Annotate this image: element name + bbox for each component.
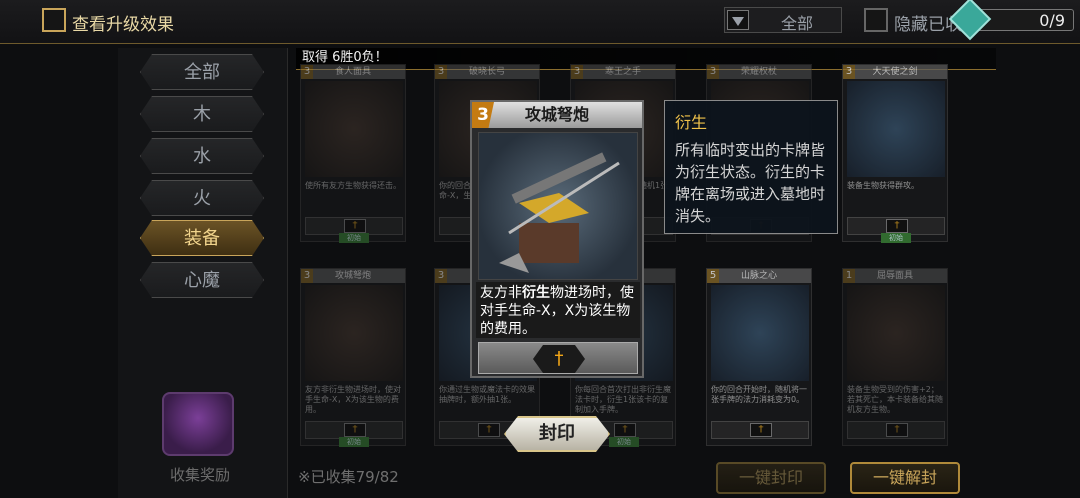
card-text: 装备生物获得群攻。 <box>847 181 919 190</box>
card-cost: 3 <box>843 65 855 79</box>
tab-fire[interactable]: 火 <box>140 180 264 216</box>
keyword-tooltip: 衍生 所有临时变出的卡牌皆为衍生状态。衍生的卡牌在离场或进入墓地时消失。 <box>664 100 838 234</box>
top-bar: 查看升级效果 全部 隐藏已收 0/9 <box>0 0 1080 44</box>
card-item[interactable]: 攻城弩炮 3 友方非衍生物进场时，使对手生命-X，X为该生物的费用。 † 初始 <box>300 268 406 447</box>
seal-button[interactable]: 封印 <box>504 416 610 452</box>
card-cost: 3 <box>301 65 313 79</box>
tab-water[interactable]: 水 <box>140 138 264 174</box>
tab-equipment[interactable]: 装备 <box>140 220 264 256</box>
card-title: 屈辱面具 <box>843 269 947 283</box>
seal-all-button[interactable]: 一键封印 <box>716 462 826 494</box>
tab-wood[interactable]: 木 <box>140 96 264 132</box>
tab-demon[interactable]: 心魔 <box>140 262 264 298</box>
dagger-icon: † <box>614 423 636 437</box>
card-item[interactable]: 食人面具 3 使所有友方生物获得还击。 † 初始 <box>300 64 406 243</box>
dagger-icon: † <box>344 423 366 437</box>
hide-collected-checkbox[interactable] <box>864 8 888 32</box>
card-tag: 初始 <box>339 233 369 243</box>
dagger-icon: † <box>533 345 585 373</box>
card-title: 荣耀权杖 <box>707 65 811 79</box>
card-art <box>847 81 945 177</box>
card-art <box>305 285 403 381</box>
counter-value: 0/9 <box>1039 11 1065 30</box>
dagger-icon: † <box>886 423 908 437</box>
card-cost: 3 <box>571 65 583 79</box>
card-cost: 3 <box>707 65 719 79</box>
card-cost: 3 <box>435 269 447 283</box>
card-item[interactable]: 大天使之剑 3 装备生物获得群攻。 † 初始 <box>842 64 948 243</box>
tooltip-description: 所有临时变出的卡牌皆为衍生状态。衍生的卡牌在离场或进入墓地时消失。 <box>675 141 826 225</box>
ballista-icon <box>499 152 620 273</box>
collect-reward-button[interactable]: 收集奖励 <box>158 462 242 488</box>
card-tag: 初始 <box>881 233 911 243</box>
show-upgrade-label: 查看升级效果 <box>72 15 174 35</box>
dagger-icon: † <box>886 219 908 233</box>
card-item[interactable]: 山脉之心 5 你的回合开始时，随机将一张手牌的法力消耗变为0。 † <box>706 268 812 446</box>
card-art <box>711 285 809 381</box>
card-title: 食人面具 <box>301 65 405 79</box>
card-cost: 1 <box>843 269 855 283</box>
card-text: 装备生物受到的伤害+2；若其死亡，本卡装备给其随机友方生物。 <box>847 385 943 414</box>
tooltip-title: 衍生 <box>675 113 708 132</box>
collection-count: ※已收集79/82 <box>298 468 399 486</box>
progress-counter: 0/9 <box>948 0 1074 41</box>
filter-dropdown[interactable]: 全部 <box>724 7 842 33</box>
card-title: 大天使之剑 <box>843 65 947 79</box>
card-text: 你每回合首次打出非衍生魔法卡时，衍生1张该卡的复制加入手牌。 <box>575 385 671 414</box>
detail-card-art <box>478 132 638 280</box>
detail-card-slot-bar: † <box>478 342 638 374</box>
card-art <box>847 285 945 381</box>
card-text: 你的回合开始时，随机将一张手牌的法力消耗变为0。 <box>711 385 807 404</box>
card-cost: 3 <box>301 269 313 283</box>
card-title: 寒王之手 <box>571 65 675 79</box>
card-art <box>305 81 403 177</box>
dagger-icon: † <box>478 423 500 437</box>
dagger-icon: † <box>344 219 366 233</box>
dagger-icon: † <box>750 423 772 437</box>
card-cost: 5 <box>707 269 719 283</box>
card-cost: 3 <box>435 65 447 79</box>
detail-card: 攻城弩炮 3 友方非衍生物进场时，使对手生命-X，X为该生物的费用。 † <box>470 100 644 378</box>
card-title: 破晓长弓 <box>435 65 539 79</box>
card-title: 山脉之心 <box>707 269 811 283</box>
detail-card-title: 攻城弩炮 <box>472 102 642 128</box>
treasure-chest-icon[interactable] <box>162 392 234 456</box>
card-text: 使所有友方生物获得还击。 <box>305 181 401 190</box>
card-tag: 初始 <box>609 437 639 447</box>
card-text: 友方非衍生物进场时，使对手生命-X，X为该生物的费用。 <box>305 385 401 414</box>
unseal-all-button[interactable]: 一键解封 <box>850 462 960 494</box>
card-text: 你通过生物或魔法卡的效果抽牌时，额外抽1张。 <box>439 385 535 404</box>
card-title: 攻城弩炮 <box>301 269 405 283</box>
card-slot-bar: † <box>847 421 945 439</box>
filter-value: 全部 <box>781 14 814 33</box>
card-item[interactable]: 屈辱面具 1 装备生物受到的伤害+2；若其死亡，本卡装备给其随机友方生物。 † <box>842 268 948 446</box>
show-upgrade-checkbox[interactable] <box>42 8 66 32</box>
tab-all[interactable]: 全部 <box>140 54 264 90</box>
chevron-down-icon <box>727 10 749 30</box>
card-tag: 初始 <box>339 437 369 447</box>
detail-card-text: 友方非衍生物进场时，使对手生命-X，X为该生物的费用。 <box>476 282 640 338</box>
card-slot-bar: † <box>711 421 809 439</box>
